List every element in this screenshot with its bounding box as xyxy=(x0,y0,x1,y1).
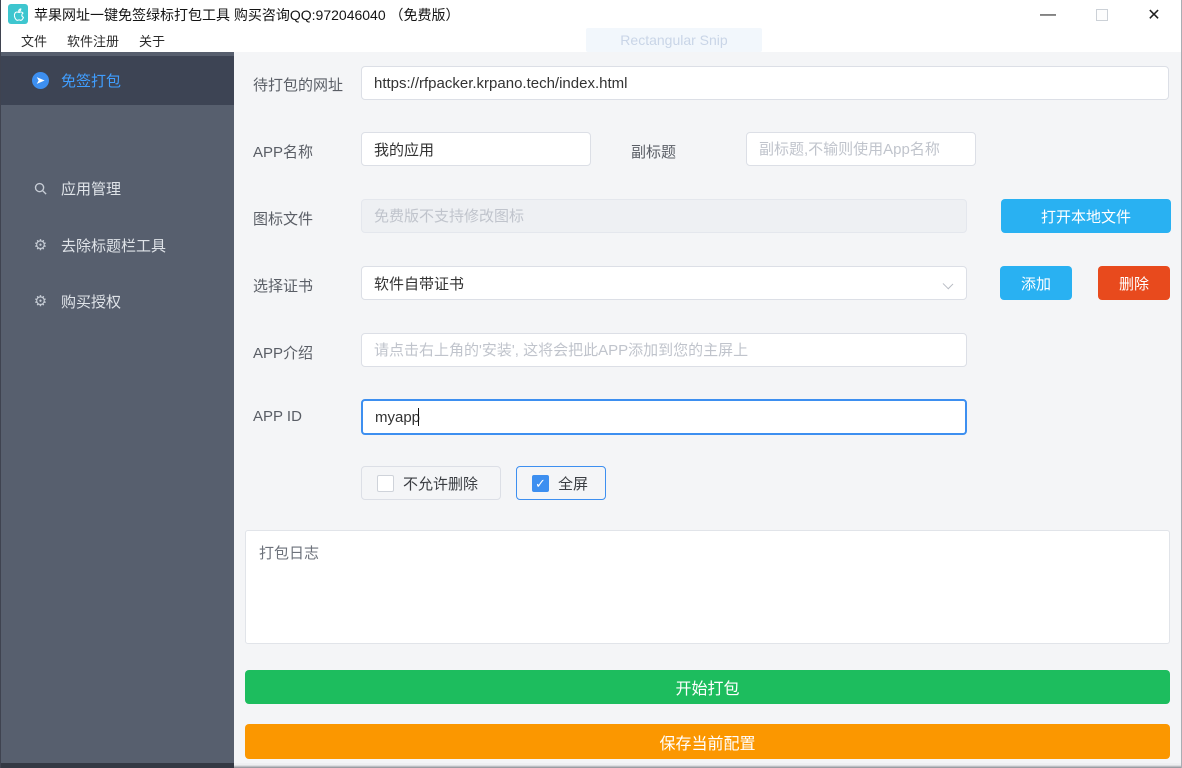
bottom-edge-left xyxy=(1,763,234,768)
menubar: 文件 软件注册 关于 Rectangular Snip xyxy=(1,28,1181,52)
icon-file-input xyxy=(361,199,967,233)
no-delete-checkbox[interactable]: 不允许删除 xyxy=(361,466,501,500)
sidebar: 免签打包 应用管理 ⚙ 去除标题栏工具 ⚙ 购买授权 xyxy=(1,52,234,763)
app-desc-input[interactable] xyxy=(361,333,967,367)
minimize-button[interactable]: — xyxy=(1025,0,1071,30)
fullscreen-checkbox[interactable]: ✓ 全屏 xyxy=(516,466,606,500)
pack-log-textarea[interactable] xyxy=(245,530,1170,644)
start-pack-button[interactable]: 开始打包 xyxy=(245,670,1170,704)
maximize-button[interactable] xyxy=(1079,0,1125,30)
url-input[interactable] xyxy=(361,66,1169,100)
bottom-edge-right xyxy=(234,763,1182,768)
app-id-label: APP ID xyxy=(253,408,302,425)
sidebar-item-label: 应用管理 xyxy=(61,178,121,199)
close-button[interactable]: ✕ xyxy=(1131,0,1177,30)
menu-file[interactable]: 文件 xyxy=(11,28,57,52)
icon-file-label: 图标文件 xyxy=(253,208,313,229)
app-window: 苹果网址一键免签绿标打包工具 购买咨询QQ:972046040 （免费版） — … xyxy=(0,0,1182,768)
delete-certificate-button[interactable]: 删除 xyxy=(1098,266,1170,300)
certificate-selected-value: 软件自带证书 xyxy=(374,273,464,294)
url-label: 待打包的网址 xyxy=(253,74,343,95)
sidebar-item-remove-titlebar[interactable]: ⚙ 去除标题栏工具 xyxy=(1,224,234,266)
gear-icon: ⚙ xyxy=(32,237,49,254)
sidebar-item-pack[interactable]: 免签打包 xyxy=(1,56,234,105)
menu-register[interactable]: 软件注册 xyxy=(57,28,129,52)
save-config-button[interactable]: 保存当前配置 xyxy=(245,724,1170,759)
app-id-input[interactable] xyxy=(361,399,967,435)
titlebar: 苹果网址一键免签绿标打包工具 购买咨询QQ:972046040 （免费版） — … xyxy=(1,0,1181,28)
search-icon xyxy=(32,180,49,197)
gear-icon: ⚙ xyxy=(32,293,49,310)
snip-tooltip-ghost: Rectangular Snip xyxy=(586,28,762,52)
maximize-icon xyxy=(1096,9,1108,21)
app-name-input[interactable] xyxy=(361,132,591,166)
subtitle-label: 副标题 xyxy=(631,141,676,162)
sidebar-item-app-manage[interactable]: 应用管理 xyxy=(1,167,234,209)
subtitle-input[interactable] xyxy=(746,132,976,166)
window-bottom-edge xyxy=(1,763,1182,768)
app-logo-apple-icon xyxy=(8,4,28,24)
add-certificate-button[interactable]: 添加 xyxy=(1000,266,1072,300)
window-title: 苹果网址一键免签绿标打包工具 购买咨询QQ:972046040 （免费版） xyxy=(34,5,460,25)
checkbox-checked-icon: ✓ xyxy=(532,475,549,492)
certificate-select[interactable]: 软件自带证书 xyxy=(361,266,967,300)
checkbox-unchecked-icon xyxy=(377,475,394,492)
open-local-file-button[interactable]: 打开本地文件 xyxy=(1001,199,1171,233)
no-delete-label: 不允许删除 xyxy=(403,473,478,494)
sidebar-item-buy-license[interactable]: ⚙ 购买授权 xyxy=(1,280,234,322)
menu-about[interactable]: 关于 xyxy=(129,28,175,52)
app-name-label: APP名称 xyxy=(253,141,313,162)
sidebar-item-label: 去除标题栏工具 xyxy=(61,235,166,256)
fullscreen-label: 全屏 xyxy=(558,473,588,494)
text-caret xyxy=(418,408,419,426)
sidebar-item-label: 购买授权 xyxy=(61,291,121,312)
certificate-label: 选择证书 xyxy=(253,275,313,296)
paper-plane-icon xyxy=(32,72,49,89)
app-desc-label: APP介绍 xyxy=(253,342,313,363)
sidebar-item-label: 免签打包 xyxy=(61,70,121,91)
main-content: 待打包的网址 APP名称 副标题 图标文件 打开本地文件 选择证书 软件自带证书… xyxy=(234,52,1182,763)
chevron-down-icon xyxy=(943,279,954,290)
